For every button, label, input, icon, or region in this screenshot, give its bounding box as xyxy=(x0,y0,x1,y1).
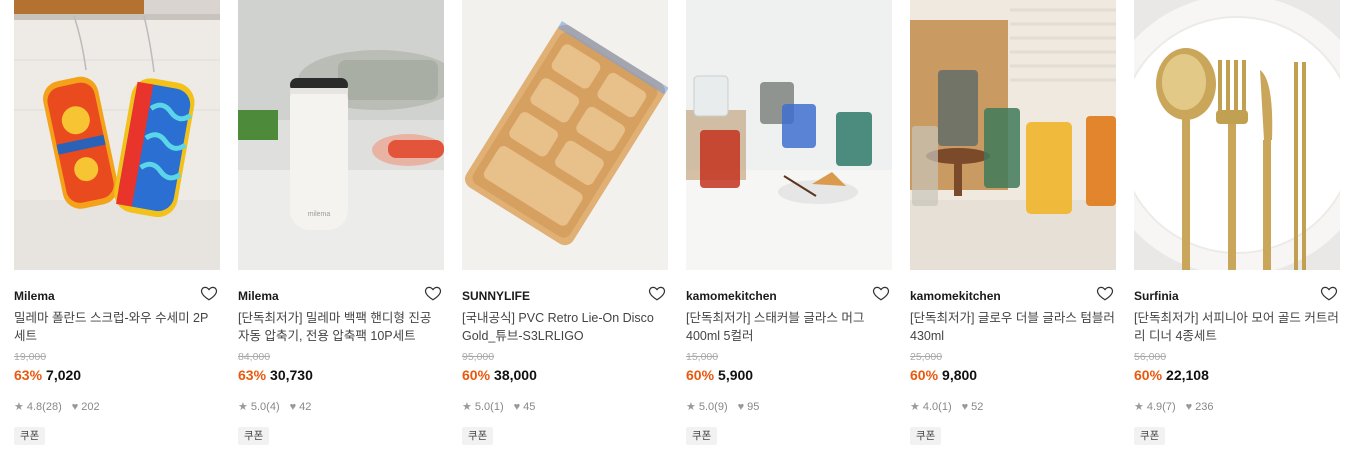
like-count-heart-icon: ♥ xyxy=(737,401,745,413)
review-meta: ★ 5.0 (9) ♥ 95 xyxy=(686,400,892,414)
star-icon: ★ xyxy=(462,401,472,413)
product-image-vacuum-sealer[interactable]: milema xyxy=(238,0,444,270)
discount-rate: 63% xyxy=(238,367,267,383)
heart-icon[interactable] xyxy=(1096,284,1114,302)
product-image-glass-mugs[interactable] xyxy=(686,0,892,270)
product-title[interactable]: [국내공식] PVC Retro Lie-On Disco Gold_튜브-S3… xyxy=(462,309,668,345)
brand-name[interactable]: Milema xyxy=(238,289,279,303)
review-count: (1) xyxy=(490,401,504,413)
heart-icon[interactable] xyxy=(648,284,666,302)
brand-name[interactable]: Milema xyxy=(14,289,55,303)
price-row: 63% 7,020 xyxy=(14,366,220,384)
discount-rate: 60% xyxy=(1134,367,1163,383)
sale-price: 7,020 xyxy=(46,367,82,383)
discount-rate: 60% xyxy=(910,367,939,383)
rating: 5.0 xyxy=(250,401,267,413)
review-count: (28) xyxy=(42,401,62,413)
star-icon: ★ xyxy=(14,401,24,413)
like-count: 42 xyxy=(299,401,312,413)
original-price: 84,000 xyxy=(238,351,271,363)
heart-icon[interactable] xyxy=(200,284,218,302)
product-card[interactable]: kamomekitchen [단독최저가] 글로우 더블 글라스 텀블러 430… xyxy=(910,0,1116,445)
price-row: 60% 22,108 xyxy=(1134,366,1340,384)
review-count: (9) xyxy=(714,401,728,413)
discount-rate: 60% xyxy=(462,367,491,383)
review-meta: ★ 5.0 (1) ♥ 45 xyxy=(462,400,668,414)
like-count: 202 xyxy=(81,401,100,413)
heart-icon[interactable] xyxy=(1320,284,1338,302)
product-title[interactable]: [단독최저가] 밀레마 백팩 핸디형 진공 자동 압축기, 전용 압축팩 10P… xyxy=(238,309,444,345)
product-title[interactable]: [단독최저가] 스태커블 글라스 머그 400ml 5컬러 xyxy=(686,309,892,345)
product-title[interactable]: 밀레마 폴란드 스크럽-와우 수세미 2P 세트 xyxy=(14,309,220,345)
like-count-heart-icon: ♥ xyxy=(1185,401,1193,413)
coupon-badge: 쿠폰 xyxy=(1134,427,1166,445)
like-count-heart-icon: ♥ xyxy=(71,401,79,413)
product-title[interactable]: [단독최저가] 서피니아 모어 골드 커트러리 디너 4종세트 xyxy=(1134,309,1340,345)
product-card[interactable]: SUNNYLIFE [국내공식] PVC Retro Lie-On Disco … xyxy=(462,0,668,445)
heart-icon[interactable] xyxy=(424,284,442,302)
product-card[interactable]: milema Milema [단독최저가] 밀레마 백팩 핸디형 진공 자동 압… xyxy=(238,0,444,445)
price-row: 60% 38,000 xyxy=(462,366,668,384)
coupon-badge: 쿠폰 xyxy=(14,427,46,445)
star-icon: ★ xyxy=(1134,401,1144,413)
heart-icon[interactable] xyxy=(872,284,890,302)
coupon-badge: 쿠폰 xyxy=(686,427,718,445)
review-count: (1) xyxy=(938,401,952,413)
coupon-badge: 쿠폰 xyxy=(910,427,942,445)
rating: 5.0 xyxy=(474,401,491,413)
product-card[interactable]: Milema 밀레마 폴란드 스크럽-와우 수세미 2P 세트 19,000 6… xyxy=(14,0,220,445)
review-meta: ★ 4.0 (1) ♥ 52 xyxy=(910,400,1116,414)
review-meta: ★ 5.0 (4) ♥ 42 xyxy=(238,400,444,414)
coupon-badge: 쿠폰 xyxy=(238,427,270,445)
like-count: 236 xyxy=(1195,401,1214,413)
sale-price: 9,800 xyxy=(942,367,978,383)
review-count: (4) xyxy=(266,401,280,413)
review-count: (7) xyxy=(1162,401,1176,413)
sale-price: 22,108 xyxy=(1166,367,1209,383)
product-card[interactable]: kamomekitchen [단독최저가] 스태커블 글라스 머그 400ml … xyxy=(686,0,892,445)
product-image-glass-tumblers[interactable] xyxy=(910,0,1116,270)
product-title[interactable]: [단독최저가] 글로우 더블 글라스 텀블러 430ml xyxy=(910,309,1116,345)
rating: 4.8 xyxy=(26,401,43,413)
price-row: 60% 9,800 xyxy=(910,366,1116,384)
original-price: 25,000 xyxy=(910,351,943,363)
price-row: 60% 5,900 xyxy=(686,366,892,384)
sale-price: 5,900 xyxy=(718,367,754,383)
product-card[interactable]: Surfinia [단독최저가] 서피니아 모어 골드 커트러리 디너 4종세트… xyxy=(1134,0,1340,445)
star-icon: ★ xyxy=(910,401,920,413)
product-image-gold-cutlery[interactable] xyxy=(1134,0,1340,270)
brand-name[interactable]: kamomekitchen xyxy=(686,289,777,303)
like-count: 45 xyxy=(523,401,536,413)
like-count: 52 xyxy=(971,401,984,413)
like-count-heart-icon: ♥ xyxy=(289,401,297,413)
rating: 5.0 xyxy=(698,401,715,413)
product-grid: Milema 밀레마 폴란드 스크럽-와우 수세미 2P 세트 19,000 6… xyxy=(0,0,1346,457)
rating: 4.9 xyxy=(1146,401,1163,413)
brand-name[interactable]: Surfinia xyxy=(1134,289,1179,303)
brand-name[interactable]: SUNNYLIFE xyxy=(462,289,530,303)
like-count: 95 xyxy=(747,401,760,413)
discount-rate: 60% xyxy=(686,367,715,383)
like-count-heart-icon: ♥ xyxy=(513,401,521,413)
review-meta: ★ 4.8 (28) ♥ 202 xyxy=(14,400,220,414)
product-image-scrub-sponges[interactable] xyxy=(14,0,220,270)
price-row: 63% 30,730 xyxy=(238,366,444,384)
original-price: 15,000 xyxy=(686,351,719,363)
product-image-inflatable-float[interactable] xyxy=(462,0,668,270)
review-meta: ★ 4.9 (7) ♥ 236 xyxy=(1134,400,1340,414)
star-icon: ★ xyxy=(238,401,248,413)
brand-name[interactable]: kamomekitchen xyxy=(910,289,1001,303)
discount-rate: 63% xyxy=(14,367,43,383)
original-price: 19,000 xyxy=(14,351,47,363)
original-price: 95,000 xyxy=(462,351,495,363)
coupon-badge: 쿠폰 xyxy=(462,427,494,445)
device-logo: milema xyxy=(308,211,331,218)
rating: 4.0 xyxy=(922,401,939,413)
original-price: 56,000 xyxy=(1134,351,1167,363)
star-icon: ★ xyxy=(686,401,696,413)
sale-price: 38,000 xyxy=(494,367,537,383)
sale-price: 30,730 xyxy=(270,367,313,383)
like-count-heart-icon: ♥ xyxy=(961,401,969,413)
